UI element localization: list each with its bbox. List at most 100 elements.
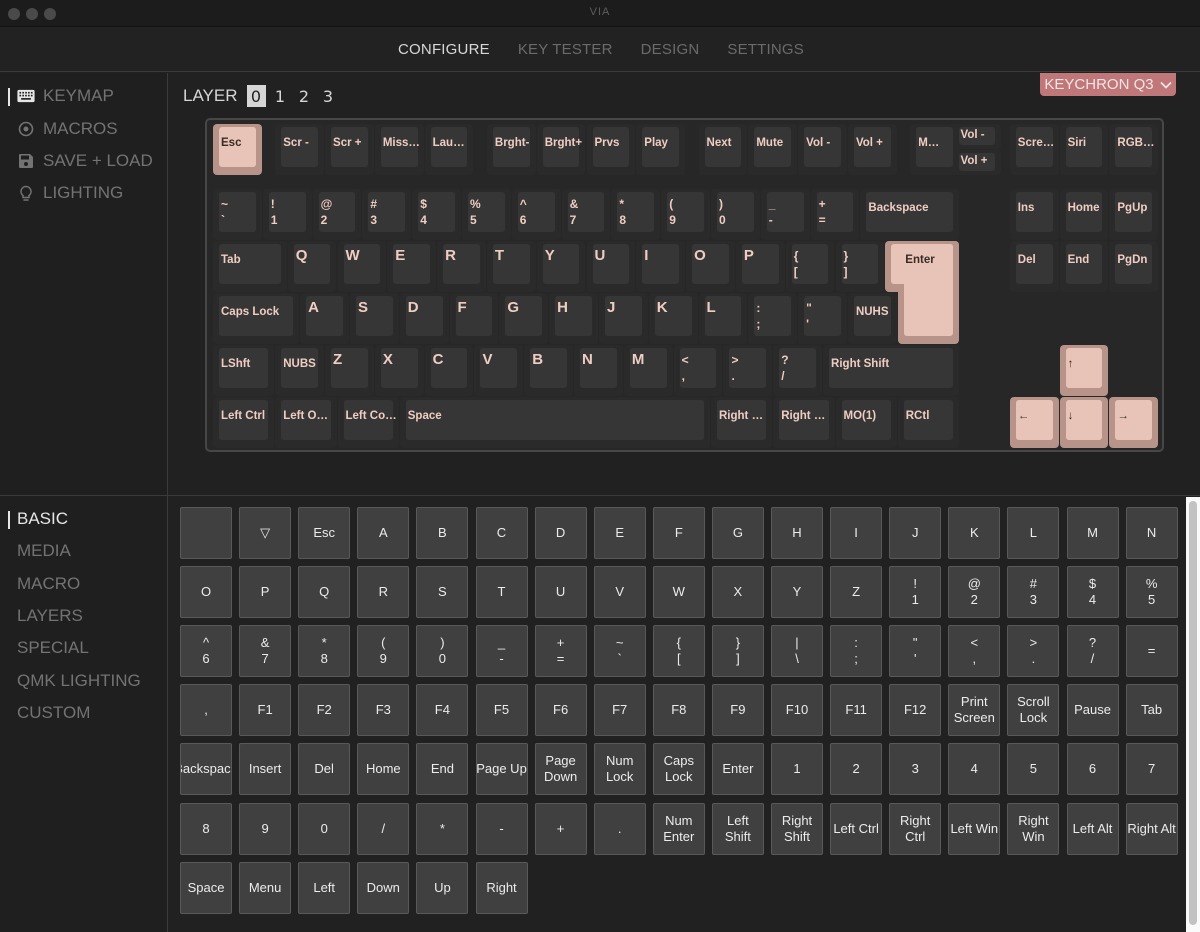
key-v[interactable]: V bbox=[474, 345, 524, 396]
keycode-0[interactable]: ) 0 bbox=[416, 625, 469, 678]
keycode-g[interactable]: G bbox=[711, 507, 764, 559]
key-g[interactable]: G bbox=[499, 293, 549, 344]
key-w[interactable]: W bbox=[337, 241, 387, 292]
key-r[interactable]: R bbox=[437, 241, 486, 292]
keycode-menu[interactable]: Menu bbox=[239, 861, 292, 914]
key-rgb[interactable]: RGB… bbox=[1109, 124, 1159, 175]
keycode-f12[interactable]: F12 bbox=[889, 684, 942, 737]
keycode-6[interactable]: 6 bbox=[1066, 743, 1119, 796]
keycode-end[interactable]: End bbox=[416, 743, 469, 796]
keycode-print-screen[interactable]: Print Screen bbox=[948, 684, 1001, 737]
keycode-tab[interactable]: Tab bbox=[1125, 684, 1178, 737]
key-rctl[interactable]: RCtl bbox=[897, 397, 959, 448]
key-symbol[interactable]: } ] bbox=[835, 241, 885, 292]
key-p[interactable]: P bbox=[735, 241, 785, 292]
keycode-q[interactable]: Q bbox=[298, 566, 351, 619]
keycode-num-enter[interactable]: Num Enter bbox=[652, 802, 705, 855]
keycode-p[interactable]: P bbox=[239, 566, 292, 619]
tab-design[interactable]: DESIGN bbox=[641, 41, 700, 58]
keycode-r[interactable]: R bbox=[357, 566, 410, 619]
keycode-z[interactable]: Z bbox=[830, 566, 883, 619]
key-symbol[interactable]: { [ bbox=[785, 241, 835, 292]
key-brght[interactable]: Brght- bbox=[486, 124, 536, 175]
keycode-symbol[interactable]: + = bbox=[534, 625, 587, 678]
keycode-symbol[interactable]: : ; bbox=[830, 625, 883, 678]
key-mute[interactable]: Mute bbox=[748, 124, 798, 175]
keycode-2[interactable]: 2 bbox=[830, 743, 883, 796]
keycode-c[interactable]: C bbox=[475, 507, 528, 559]
key-symbol[interactable]: ? / bbox=[773, 345, 823, 396]
keycode-s[interactable]: S bbox=[416, 566, 469, 619]
key-space[interactable]: Space bbox=[399, 397, 710, 448]
keycode-symbol[interactable]: " ' bbox=[889, 625, 942, 678]
sidebar-item-lighting[interactable]: LIGHTING bbox=[17, 183, 123, 203]
keycode-f6[interactable]: F6 bbox=[534, 684, 587, 737]
keycode-symbol[interactable]: _ - bbox=[475, 625, 528, 678]
keycode-right-win[interactable]: Right Win bbox=[1007, 802, 1060, 855]
keycode-n[interactable]: N bbox=[1125, 507, 1178, 559]
keycode-symbol[interactable]: * bbox=[416, 802, 469, 855]
keycode-j[interactable]: J bbox=[889, 507, 942, 559]
keycode-symbol[interactable]: { [ bbox=[652, 625, 705, 678]
key-home[interactable]: Home bbox=[1059, 189, 1109, 240]
tab-key-tester[interactable]: KEY TESTER bbox=[518, 41, 613, 58]
key-ins[interactable]: Ins bbox=[1009, 189, 1059, 240]
key-right[interactable]: Right … bbox=[773, 397, 835, 448]
keycode-5[interactable]: % 5 bbox=[1125, 566, 1178, 619]
key-h[interactable]: H bbox=[549, 293, 598, 344]
key-vol[interactable]: Vol + bbox=[847, 124, 897, 175]
category-special[interactable]: SPECIAL bbox=[17, 638, 89, 658]
key-enter[interactable]: Enter bbox=[885, 241, 960, 345]
keycode-o[interactable]: O bbox=[180, 566, 232, 619]
keycode-left[interactable]: Left bbox=[298, 861, 351, 914]
key-left-o[interactable]: Left O… bbox=[275, 397, 337, 448]
key-nubs[interactable]: NUBS bbox=[275, 345, 325, 396]
category-media[interactable]: MEDIA bbox=[17, 541, 71, 561]
keycode-caps-lock[interactable]: Caps Lock bbox=[652, 743, 705, 796]
keycode-space[interactable]: Space bbox=[180, 861, 232, 914]
keycode-f1[interactable]: F1 bbox=[239, 684, 292, 737]
keycode-7[interactable]: & 7 bbox=[239, 625, 292, 678]
keycode-f3[interactable]: F3 bbox=[357, 684, 410, 737]
key-siri[interactable]: Siri bbox=[1059, 124, 1109, 175]
keycode-left-ctrl[interactable]: Left Ctrl bbox=[830, 802, 883, 855]
key-symbol[interactable]: : ; bbox=[748, 293, 798, 344]
keycode-1[interactable]: 1 bbox=[771, 743, 823, 796]
key-pgdn[interactable]: PgDn bbox=[1109, 241, 1159, 292]
key-m[interactable]: M… bbox=[910, 124, 959, 175]
keycode-num-lock[interactable]: Num Lock bbox=[593, 743, 646, 796]
key-symbol[interactable]: _ - bbox=[760, 189, 810, 240]
keycode-up[interactable]: Up bbox=[416, 861, 469, 914]
keycode-page-up[interactable]: Page Up bbox=[475, 743, 528, 796]
keycode-f7[interactable]: F7 bbox=[593, 684, 646, 737]
key-lshft[interactable]: LShft bbox=[213, 345, 275, 396]
key-c[interactable]: C bbox=[424, 345, 474, 396]
category-basic[interactable]: BASIC bbox=[8, 509, 68, 529]
keycode-blank[interactable] bbox=[180, 507, 232, 559]
key-l[interactable]: L bbox=[698, 293, 748, 344]
keycode-symbol[interactable]: - bbox=[475, 802, 528, 855]
keycode-h[interactable]: H bbox=[771, 507, 823, 559]
keycode-t[interactable]: T bbox=[475, 566, 528, 619]
key-2[interactable]: @ 2 bbox=[312, 189, 362, 240]
key-b[interactable]: B bbox=[524, 345, 574, 396]
keycode-del[interactable]: Del bbox=[298, 743, 351, 796]
layer-option-1[interactable]: 1 bbox=[271, 85, 290, 107]
keycode-enter[interactable]: Enter bbox=[711, 743, 764, 796]
keycode-9[interactable]: ( 9 bbox=[357, 625, 410, 678]
keycode-symbol[interactable]: = bbox=[1125, 625, 1178, 678]
keycode-f2[interactable]: F2 bbox=[298, 684, 351, 737]
key-symbol[interactable]: ← bbox=[1009, 397, 1059, 448]
key-0[interactable]: ) 0 bbox=[711, 189, 760, 240]
palette-scrollbar[interactable] bbox=[1186, 497, 1200, 932]
key-i[interactable]: I bbox=[636, 241, 686, 292]
category-custom[interactable]: CUSTOM bbox=[17, 703, 90, 723]
keycode-symbol[interactable]: > . bbox=[1007, 625, 1060, 678]
keycode-left-alt[interactable]: Left Alt bbox=[1066, 802, 1119, 855]
keycode-0[interactable]: 0 bbox=[298, 802, 351, 855]
keycode-f11[interactable]: F11 bbox=[830, 684, 883, 737]
key-caps-lock[interactable]: Caps Lock bbox=[213, 293, 300, 344]
key-backspace[interactable]: Backspace bbox=[860, 189, 959, 240]
key-t[interactable]: T bbox=[486, 241, 536, 292]
keycode-9[interactable]: 9 bbox=[239, 802, 292, 855]
